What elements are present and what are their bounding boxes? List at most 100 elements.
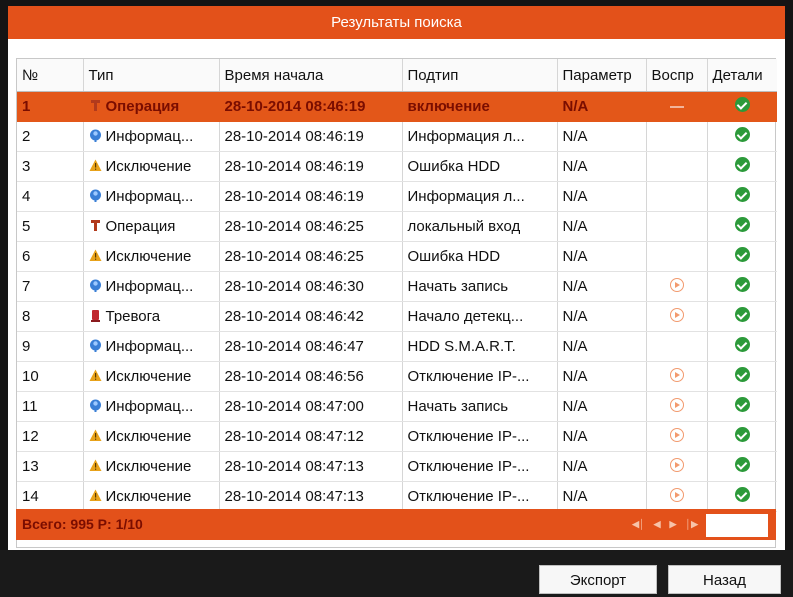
cell-type: Исключение [83,451,220,482]
cell-type-label: Информац... [105,278,194,295]
cell-details [707,421,777,452]
play-icon[interactable] [669,427,684,442]
details-check-icon[interactable] [734,367,750,382]
play-icon[interactable] [669,307,684,322]
cell-subtype: Отключение IP-... [402,451,558,482]
export-button[interactable]: Экспорт [539,565,657,594]
cell-type-label: Исключение [105,488,192,505]
cell-playback [646,391,708,422]
info-icon [89,279,102,292]
alarm-icon [89,309,102,322]
results-summary: Всего: 995 P: 1/10 [22,516,143,532]
cell-parameter: N/A [557,451,647,482]
column-header-start-time[interactable]: Время начала [219,59,403,92]
details-check-icon[interactable] [734,217,750,232]
details-check-icon[interactable] [734,277,750,292]
cell-subtype: Ошибка HDD [402,151,558,182]
table-row[interactable]: 9 Информац... 28-10-2014 08:46:47 HDD S.M.A… [17,331,777,362]
cell-subtype: Начало детекц... [402,301,558,332]
details-check-icon[interactable] [734,187,750,202]
cell-subtype: Отключение IP-... [402,481,558,512]
cell-start-time: 28-10-2014 08:46:19 [219,91,403,122]
cell-playback [646,151,708,182]
details-check-icon[interactable] [734,397,750,412]
table-row[interactable]: 11 Информац... 28-10-2014 08:47:00 Начать з… [17,391,777,422]
cell-number: 4 [17,181,84,212]
table-row[interactable]: 2 Информац... 28-10-2014 08:46:19 Информаци… [17,121,777,152]
cell-playback [646,331,708,362]
cell-number: 12 [17,421,84,452]
details-check-icon[interactable] [734,457,750,472]
window-title: Результаты поиска [8,6,785,39]
column-header-number[interactable]: № [17,59,84,92]
column-header-details[interactable]: Детали [707,59,777,92]
cell-number: 8 [17,301,84,332]
cell-start-time: 28-10-2014 08:47:12 [219,421,403,452]
table-row[interactable]: 6 Исключение 28-10-2014 08:46:25 Ошибка HDD… [17,241,777,272]
table-row[interactable]: 14 Исключение 28-10-2014 08:47:13 Отключени… [17,481,777,512]
cell-parameter: N/A [557,121,647,152]
column-header-subtype[interactable]: Подтип [402,59,558,92]
cell-parameter: N/A [557,481,647,512]
details-check-icon[interactable] [734,307,750,322]
cell-number: 1 [17,91,84,122]
table-row[interactable]: 7 Информац... 28-10-2014 08:46:30 Начать за… [17,271,777,302]
cell-start-time: 28-10-2014 08:46:25 [219,241,403,272]
table-row[interactable]: 10 Исключение 28-10-2014 08:46:56 Отключени… [17,361,777,392]
column-header-type[interactable]: Тип [83,59,220,92]
details-check-icon[interactable] [734,337,750,352]
column-header-parameter[interactable]: Параметр [557,59,647,92]
table-row[interactable]: 13 Исключение 28-10-2014 08:47:13 Отключени… [17,451,777,482]
cell-parameter: N/A [557,331,647,362]
play-icon[interactable] [669,277,684,292]
play-icon[interactable] [669,397,684,412]
cell-number: 3 [17,151,84,182]
cell-parameter: N/A [557,91,647,122]
cell-playback [646,421,708,452]
cell-start-time: 28-10-2014 08:46:30 [219,271,403,302]
details-check-icon[interactable] [734,487,750,502]
cell-type: Исключение [83,241,220,272]
cell-number: 9 [17,331,84,362]
cell-type-label: Исключение [105,428,192,445]
next-page-icon[interactable]: ▶ [670,509,677,540]
cell-subtype: HDD S.M.A.R.T. [402,331,558,362]
cell-type-label: Информац... [105,338,194,355]
cell-type: Исключение [83,361,220,392]
warning-icon [89,369,102,382]
play-icon[interactable] [669,487,684,502]
first-page-icon[interactable]: ◀│ [632,509,645,540]
table-row[interactable]: 4 Информац... 28-10-2014 08:46:19 Информаци… [17,181,777,212]
results-table-container: № Тип Время начала Подтип Параметр Воспр… [16,58,777,548]
page-number-input[interactable] [706,514,768,537]
cell-playback [646,301,708,332]
play-icon[interactable] [669,367,684,382]
cell-start-time: 28-10-2014 08:46:42 [219,301,403,332]
details-check-icon[interactable] [734,247,750,262]
cell-number: 6 [17,241,84,272]
cell-playback [646,481,708,512]
cell-type: Операция [83,211,220,242]
cell-playback [646,271,708,302]
prev-page-icon[interactable]: ◀ [654,509,661,540]
cell-playback [646,181,708,212]
details-check-icon[interactable] [734,127,750,142]
cell-start-time: 28-10-2014 08:46:19 [219,151,403,182]
table-row[interactable]: 5 Операция 28-10-2014 08:46:25 локальный вх… [17,211,777,242]
last-page-icon[interactable]: │▶ [685,509,698,540]
cell-details [707,241,777,272]
details-check-icon[interactable] [734,157,750,172]
cell-type-label: Исключение [105,368,192,385]
cell-type: Исключение [83,481,220,512]
play-icon[interactable] [669,457,684,472]
table-row[interactable]: 1 Операция 28-10-2014 08:46:19 включение N/A [17,91,777,122]
table-row[interactable]: 8 Тревога 28-10-2014 08:46:42 Начало детекц… [17,301,777,332]
column-header-playback[interactable]: Воспр [646,59,708,92]
back-button[interactable]: Назад [668,565,781,594]
table-row[interactable]: 3 Исключение 28-10-2014 08:46:19 Ошибка HDD… [17,151,777,182]
details-check-icon[interactable] [734,427,750,442]
details-check-icon[interactable] [734,97,750,112]
table-row[interactable]: 12 Исключение 28-10-2014 08:47:12 Отключени… [17,421,777,452]
wrench-icon [89,219,102,232]
cell-subtype: включение [402,91,558,122]
